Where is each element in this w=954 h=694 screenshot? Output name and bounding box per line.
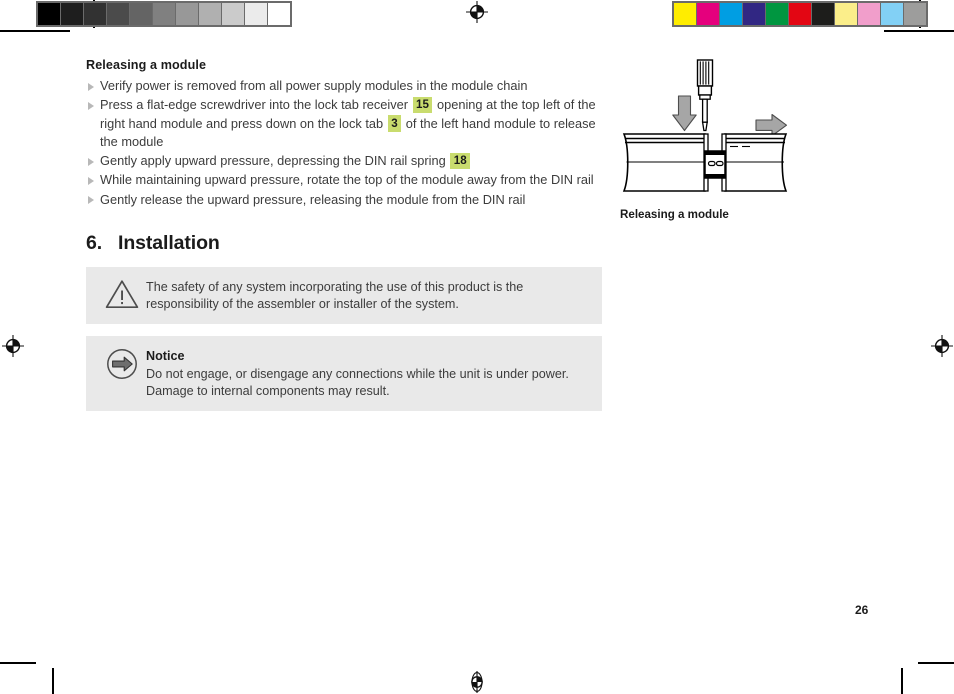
- left-module-shape: [622, 133, 706, 192]
- bullet-triangle-icon: [88, 176, 94, 185]
- registration-target-icon-bottom: [466, 671, 488, 693]
- crop-mark-bottom-right-horizontal: [918, 662, 954, 664]
- right-module-shape: [724, 133, 788, 192]
- registration-target-icon-left: [2, 335, 24, 357]
- greyscale-swatch: [107, 3, 129, 25]
- notice-title: Notice: [146, 349, 185, 364]
- crop-mark-bottom-left-vertical: [52, 668, 54, 694]
- callout-number-badge: 3: [387, 115, 402, 132]
- callout-number-badge: 18: [450, 152, 471, 170]
- screwdriver-icon: [696, 59, 714, 132]
- bullet-triangle-icon: [88, 157, 94, 166]
- chapter-number: 6.: [86, 232, 103, 255]
- greyscale-swatch: [38, 3, 60, 25]
- chapter-heading: 6. Installation: [86, 232, 606, 255]
- figure-caption: Releasing a module: [620, 208, 729, 221]
- callout-number-badge: 15: [412, 96, 433, 114]
- page-canvas: Releasing a module Verify power is remov…: [0, 0, 954, 694]
- color-swatch: [835, 3, 857, 25]
- notice-arrow-icon: [98, 347, 146, 400]
- color-swatch: [881, 3, 903, 25]
- releasing-step-item: While maintaining upward pressure, rotat…: [86, 171, 606, 190]
- section-heading-releasing-a-module: Releasing a module: [86, 58, 207, 72]
- figure-releasing-a-module: Releasing a module: [620, 58, 820, 221]
- releasing-step-item: Press a flat-edge screwdriver into the l…: [86, 96, 606, 152]
- color-swatch: [743, 3, 765, 25]
- color-swatch: [812, 3, 834, 25]
- color-control-strip: [672, 1, 928, 27]
- color-swatch: [720, 3, 742, 25]
- right-arrow-icon: [755, 113, 788, 137]
- releasing-step-item: Gently apply upward pressure, depressing…: [86, 152, 606, 171]
- color-swatch: [697, 3, 719, 25]
- warning-triangle-icon: [98, 278, 146, 313]
- color-swatch: [766, 3, 788, 25]
- notice-text: Do not engage, or disengage any connecti…: [146, 367, 569, 399]
- releasing-step-item: Verify power is removed from all power s…: [86, 77, 606, 96]
- crop-mark-bottom-left-horizontal: [0, 662, 36, 664]
- main-text-column: Releasing a module Verify power is remov…: [86, 58, 606, 423]
- color-swatch: [904, 3, 926, 25]
- step-text-run: Gently release the upward pressure, rele…: [100, 191, 526, 207]
- registration-target-icon-top: [466, 1, 488, 23]
- color-swatch: [858, 3, 880, 25]
- greyscale-swatch: [245, 3, 267, 25]
- releasing-step-item: Gently release the upward pressure, rele…: [86, 191, 606, 210]
- down-arrow-icon: [672, 95, 697, 132]
- crop-mark-top-left-horizontal: [0, 30, 70, 32]
- crop-mark-bottom-right-vertical: [901, 668, 903, 694]
- greyscale-control-strip: [36, 1, 292, 27]
- bullet-triangle-icon: [88, 82, 94, 91]
- greyscale-swatch: [84, 3, 106, 25]
- greyscale-swatch: [176, 3, 198, 25]
- color-swatch: [789, 3, 811, 25]
- safety-warning-box: The safety of any system incorporating t…: [86, 267, 602, 325]
- greyscale-swatch: [268, 3, 290, 25]
- notice-box: Notice Do not engage, or disengage any c…: [86, 336, 602, 412]
- step-text-run: Gently apply upward pressure, depressing…: [100, 153, 450, 169]
- chapter-title: Installation: [118, 232, 220, 255]
- notice-body: Notice Do not engage, or disengage any c…: [146, 347, 590, 400]
- din-rail-connector-shape: [703, 133, 727, 192]
- releasing-steps-list: Verify power is removed from all power s…: [86, 77, 606, 209]
- figure-illustration: [622, 59, 788, 192]
- greyscale-swatch: [199, 3, 221, 25]
- greyscale-swatch: [222, 3, 244, 25]
- safety-warning-body: The safety of any system incorporating t…: [146, 278, 590, 313]
- safety-warning-text: The safety of any system incorporating t…: [146, 280, 524, 312]
- greyscale-swatch: [130, 3, 152, 25]
- step-text-run: While maintaining upward pressure, rotat…: [100, 172, 594, 188]
- greyscale-swatch: [61, 3, 83, 25]
- step-text-run: Verify power is removed from all power s…: [100, 78, 528, 93]
- greyscale-swatch: [153, 3, 175, 25]
- page-number: 26: [855, 603, 869, 617]
- registration-target-icon-right: [931, 335, 953, 357]
- bullet-triangle-icon: [88, 196, 94, 205]
- crop-mark-top-right-horizontal: [884, 30, 954, 32]
- bullet-triangle-icon: [88, 101, 94, 110]
- color-swatch: [674, 3, 696, 25]
- step-text-run: Press a flat-edge screwdriver into the l…: [100, 97, 412, 113]
